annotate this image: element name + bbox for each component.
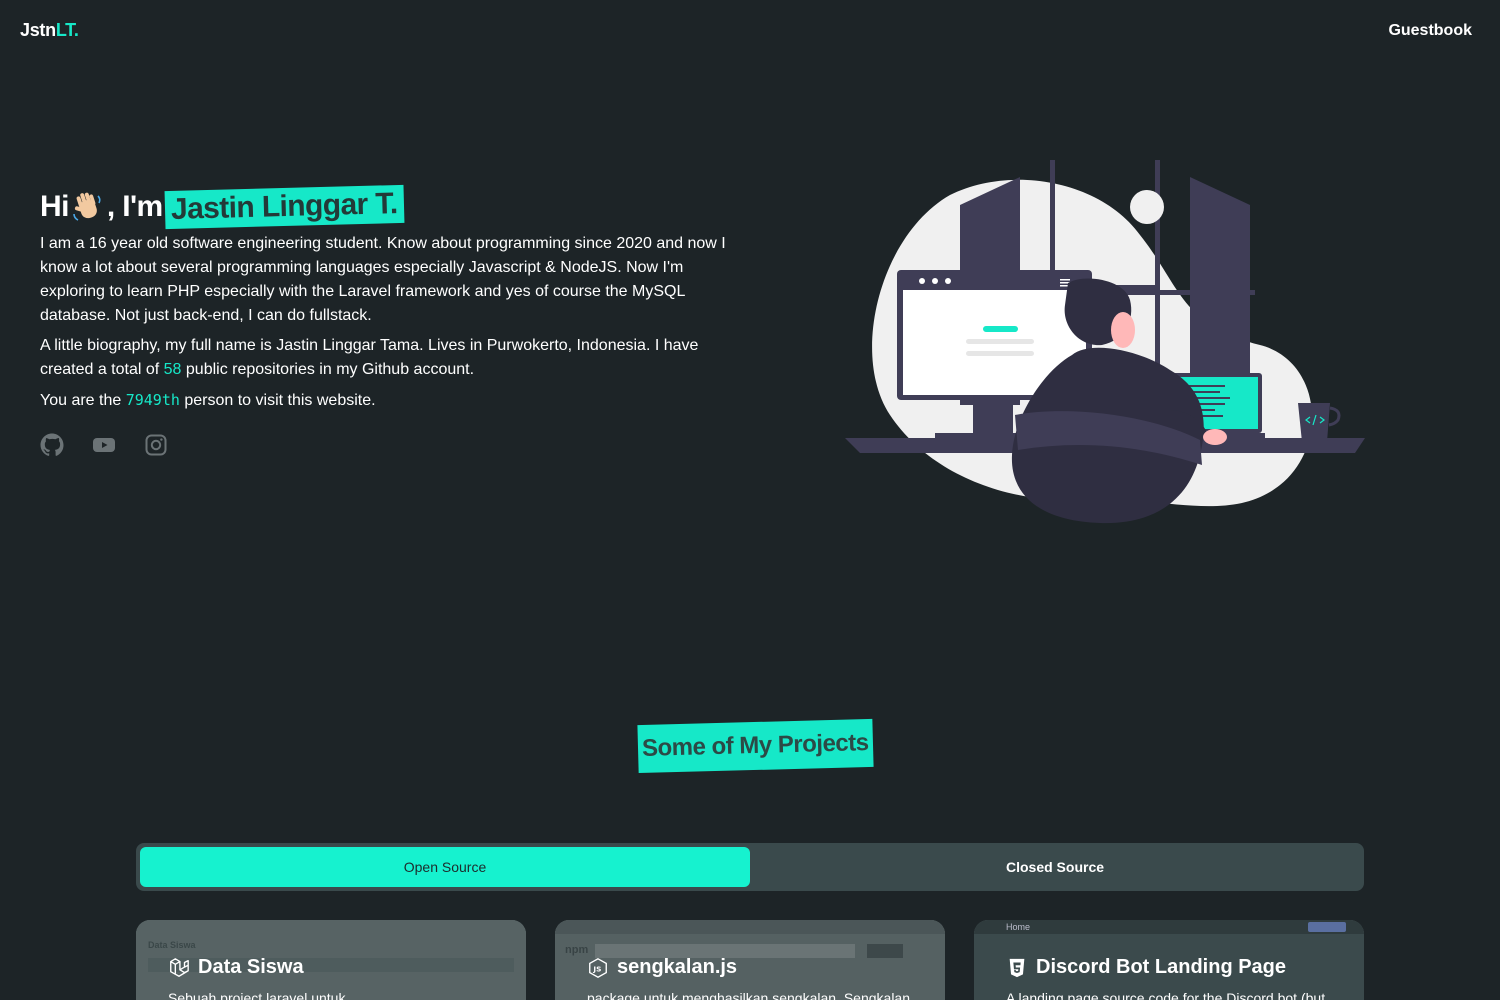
intro-paragraph: I am a 16 year old software engineering … [40, 235, 726, 324]
visitor-text-end: person to visit this website. [184, 392, 376, 409]
highlighted-name: Jastin Linggar T. [164, 184, 404, 230]
svg-text:JS: JS [592, 964, 601, 973]
project-card-sengkalan[interactable]: npm JS sengkalan.js package untuk mengha… [555, 920, 945, 1000]
navbar: JstnLT. Guestbook [0, 0, 1500, 64]
card-title-text: Discord Bot Landing Page [1036, 956, 1287, 978]
visitor-text: You are the [40, 392, 122, 409]
hero-section: Hi , I'm Jastin Linggar T. I am a 16 yea… [40, 184, 752, 457]
greeting-hi: Hi [40, 190, 69, 223]
html5-icon [1009, 958, 1025, 977]
visitor-paragraph: You are the 7949th person to visit this … [40, 388, 752, 413]
project-card-discord-bot[interactable]: Home Discord Bot Landing Page A landing … [974, 920, 1364, 1000]
bio-paragraph: A little biography, my full name is Jast… [40, 334, 752, 382]
tab-open-source[interactable]: Open Source [140, 847, 750, 887]
hero-heading: Hi , I'm Jastin Linggar T. [40, 184, 752, 230]
project-tabs: Open Source Closed Source [136, 843, 1364, 891]
nodejs-icon: JS [589, 957, 607, 978]
card-title: Discord Bot Landing Page [1006, 956, 1286, 979]
instagram-icon[interactable] [144, 433, 168, 457]
project-card-data-siswa[interactable]: Data Siswa Data Siswa Sebuah project lar… [136, 920, 526, 1000]
card-preview-login [1308, 922, 1346, 932]
laravel-icon [170, 957, 189, 977]
repo-count: 58 [163, 361, 182, 378]
card-description: A landing page source code for the Disco… [1006, 990, 1326, 1000]
social-links [40, 433, 752, 457]
visitor-count: 7949th [125, 391, 180, 409]
card-preview-label: Home [1006, 922, 1031, 932]
card-title-text: Data Siswa [198, 956, 304, 978]
logo[interactable]: JstnLT. [20, 20, 79, 41]
card-description: package untuk menghasilkan sengkalan. Se… [587, 990, 911, 1000]
projects-heading: Some of My Projects [637, 718, 874, 774]
waving-hand-icon [71, 190, 105, 224]
guestbook-link[interactable]: Guestbook [1388, 22, 1472, 40]
greeting-im: , I'm [106, 190, 163, 223]
card-preview-nav [974, 920, 1364, 934]
card-description: Sebuah project laravel untuk [168, 990, 346, 1000]
card-title-text: sengkalan.js [617, 956, 738, 978]
card-title: JS sengkalan.js [587, 956, 737, 979]
card-title: Data Siswa [168, 956, 304, 979]
youtube-icon[interactable] [92, 433, 116, 457]
github-icon[interactable] [40, 433, 64, 457]
bio-text-end: public repositories in my Github account… [185, 361, 475, 378]
tab-closed-source[interactable]: Closed Source [750, 847, 1360, 887]
developer-illustration [840, 155, 1370, 530]
